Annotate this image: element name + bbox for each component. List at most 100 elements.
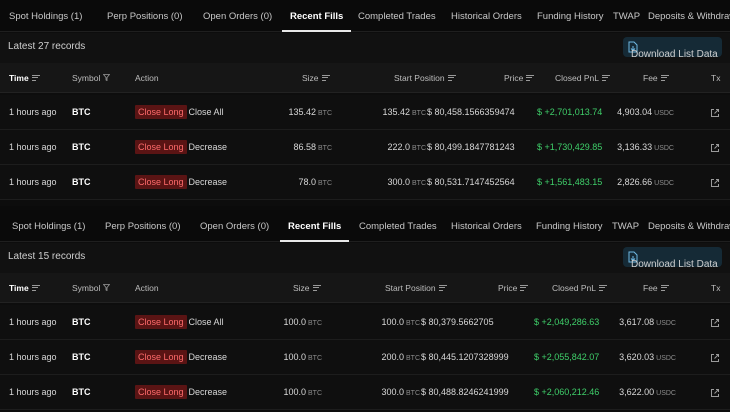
row-fee: 3,620.03 USDC xyxy=(619,352,676,362)
sort-icon[interactable] xyxy=(660,74,669,81)
row-price: $ 80,445.1207328999 xyxy=(421,352,509,362)
table-row: 1 hours ago BTC Close Long Close All 135.… xyxy=(0,95,730,130)
table-header: Time Symbol Action Size Start Position P… xyxy=(0,63,730,93)
row-fee: 3,617.08 USDC xyxy=(619,317,676,327)
action-badge: Close Long xyxy=(135,105,187,119)
row-price: $ 80,379.5662705 xyxy=(421,317,494,327)
col-price[interactable]: Price xyxy=(504,63,535,93)
row-action: Close Long Decrease xyxy=(135,375,227,410)
row-size: 100.0 BTC xyxy=(283,352,322,362)
row-closed-pnl: $ +2,055,842.07 xyxy=(534,352,600,362)
tab-completed-trades[interactable]: Completed Trades xyxy=(358,0,436,32)
external-link-icon[interactable] xyxy=(710,353,720,363)
row-symbol[interactable]: BTC xyxy=(72,165,91,200)
row-closed-pnl: $ +1,730,429.85 xyxy=(537,142,603,152)
row-time: 1 hours ago xyxy=(9,142,57,152)
row-symbol[interactable]: BTC xyxy=(72,340,91,375)
col-size[interactable]: Size xyxy=(293,273,321,303)
external-link-icon[interactable] xyxy=(710,388,720,398)
fills-panel-2: Spot Holdings (1) Perp Positions (0) Ope… xyxy=(0,210,730,412)
row-price: $ 80,458.1566359474 xyxy=(427,107,515,117)
row-fee: 2,826.66 USDC xyxy=(617,177,674,187)
tab-funding-history[interactable]: Funding History xyxy=(536,210,603,242)
sort-icon[interactable] xyxy=(438,284,447,291)
tab-historical-orders[interactable]: Historical Orders xyxy=(451,210,522,242)
sort-icon[interactable] xyxy=(660,284,669,291)
table-row: 1 hours ago BTC Close Long Close All 100.… xyxy=(0,305,730,340)
sort-icon[interactable] xyxy=(598,284,607,291)
tab-open-orders[interactable]: Open Orders (0) xyxy=(200,210,269,242)
row-symbol[interactable]: BTC xyxy=(72,95,91,130)
col-start-position[interactable]: Start Position xyxy=(385,273,447,303)
row-action: Close Long Close All xyxy=(135,95,224,130)
col-start-position[interactable]: Start Position xyxy=(394,63,456,93)
tab-recent-fills[interactable]: Recent Fills xyxy=(279,210,350,242)
sort-icon[interactable] xyxy=(31,284,40,291)
row-price: $ 80,531.7147452564 xyxy=(427,177,515,187)
row-fee: 3,622.00 USDC xyxy=(619,387,676,397)
row-symbol[interactable]: BTC xyxy=(72,305,91,340)
row-size: 78.0 BTC xyxy=(298,177,332,187)
action-badge: Close Long xyxy=(135,385,187,399)
tab-historical-orders[interactable]: Historical Orders xyxy=(451,0,522,32)
row-symbol[interactable]: BTC xyxy=(72,375,91,410)
tab-completed-trades[interactable]: Completed Trades xyxy=(359,210,437,242)
table-header: Time Symbol Action Size Start Position P… xyxy=(0,273,730,303)
tab-deposits-withdraw[interactable]: Deposits & Withdraw xyxy=(648,210,730,242)
row-size: 100.0 BTC xyxy=(283,317,322,327)
sort-icon[interactable] xyxy=(321,74,330,81)
col-fee[interactable]: Fee xyxy=(643,273,669,303)
records-bar: Latest 15 records Download List Data xyxy=(0,243,730,273)
action-badge: Close Long xyxy=(135,175,187,189)
sort-icon[interactable] xyxy=(31,74,40,81)
tab-recent-fills[interactable]: Recent Fills xyxy=(281,0,352,32)
col-time[interactable]: Time xyxy=(9,63,40,93)
download-list-button[interactable]: Download List Data xyxy=(623,37,722,60)
filter-icon[interactable] xyxy=(103,74,111,82)
col-time[interactable]: Time xyxy=(9,273,40,303)
col-symbol[interactable]: Symbol xyxy=(72,63,111,93)
col-fee[interactable]: Fee xyxy=(643,63,669,93)
row-action: Close Long Close All xyxy=(135,305,224,340)
row-start-position: 300.0 BTC xyxy=(387,177,426,187)
external-link-icon[interactable] xyxy=(710,178,720,188)
external-link-icon[interactable] xyxy=(710,318,720,328)
row-price: $ 80,488.8246241999 xyxy=(421,387,509,397)
row-size: 86.58 BTC xyxy=(293,142,332,152)
row-time: 1 hours ago xyxy=(9,352,57,362)
sort-icon[interactable] xyxy=(520,284,529,291)
tab-deposits-withdraw[interactable]: Deposits & Withdraw xyxy=(648,0,730,32)
row-time: 1 hours ago xyxy=(9,317,57,327)
col-closed-pnl[interactable]: Closed PnL xyxy=(552,273,607,303)
external-link-icon[interactable] xyxy=(710,108,720,118)
col-symbol[interactable]: Symbol xyxy=(72,273,111,303)
col-closed-pnl[interactable]: Closed PnL xyxy=(555,63,610,93)
sort-icon[interactable] xyxy=(526,74,535,81)
tab-open-orders[interactable]: Open Orders (0) xyxy=(203,0,272,32)
external-link-icon[interactable] xyxy=(710,143,720,153)
tab-perp-positions[interactable]: Perp Positions (0) xyxy=(105,210,181,242)
table-row: 1 hours ago BTC Close Long Decrease 100.0… xyxy=(0,375,730,410)
table-row: 1 hours ago BTC Close Long Decrease 78.0 B… xyxy=(0,165,730,200)
row-action: Close Long Decrease xyxy=(135,165,227,200)
row-closed-pnl: $ +2,701,013.74 xyxy=(537,107,603,117)
col-price[interactable]: Price xyxy=(498,273,529,303)
tab-perp-positions[interactable]: Perp Positions (0) xyxy=(107,0,183,32)
filter-icon[interactable] xyxy=(103,284,111,292)
download-list-button[interactable]: Download List Data xyxy=(623,247,722,270)
tab-bar: Spot Holdings (1) Perp Positions (0) Ope… xyxy=(0,210,730,242)
col-size[interactable]: Size xyxy=(302,63,330,93)
tab-spot-holdings[interactable]: Spot Holdings (1) xyxy=(12,210,85,242)
fills-panel-1: Spot Holdings (1) Perp Positions (0) Ope… xyxy=(0,0,730,206)
col-action: Action xyxy=(135,73,159,83)
tab-twap[interactable]: TWAP xyxy=(612,210,639,242)
col-tx: Tx xyxy=(711,283,721,293)
tab-spot-holdings[interactable]: Spot Holdings (1) xyxy=(9,0,82,32)
tab-twap[interactable]: TWAP xyxy=(613,0,640,32)
col-action: Action xyxy=(135,283,159,293)
tab-funding-history[interactable]: Funding History xyxy=(537,0,604,32)
sort-icon[interactable] xyxy=(601,74,610,81)
row-symbol[interactable]: BTC xyxy=(72,130,91,165)
sort-icon[interactable] xyxy=(447,74,456,81)
sort-icon[interactable] xyxy=(312,284,321,291)
